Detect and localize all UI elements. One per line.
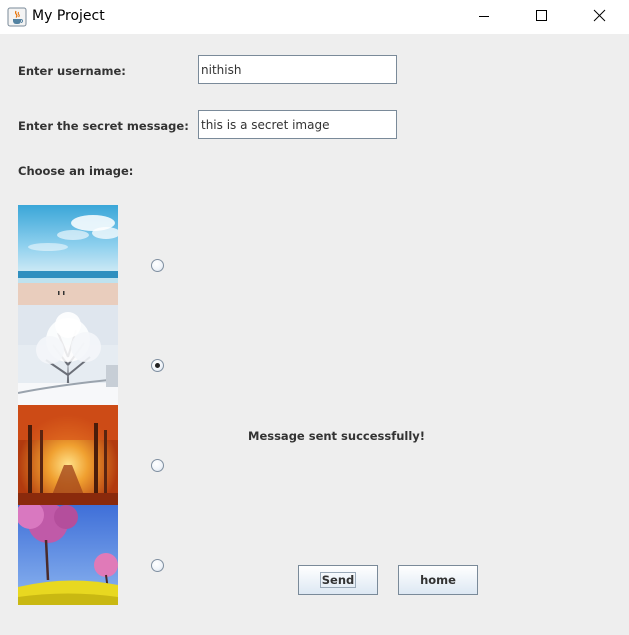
minimize-icon bbox=[479, 16, 489, 17]
radio-blossom-field[interactable] bbox=[151, 559, 164, 572]
home-button-label: home bbox=[420, 573, 456, 587]
secret-message-field[interactable] bbox=[198, 110, 397, 139]
radio-snowy-tree[interactable] bbox=[151, 359, 164, 372]
content-panel: Enter username: Enter the secret message… bbox=[0, 34, 629, 635]
maximize-button[interactable] bbox=[518, 0, 564, 32]
close-button[interactable] bbox=[576, 0, 622, 32]
blossom-field-image bbox=[18, 505, 118, 605]
radio-autumn-forest[interactable] bbox=[151, 459, 164, 472]
minimize-button[interactable] bbox=[462, 0, 508, 32]
radio-dot bbox=[155, 363, 160, 368]
maximize-icon bbox=[536, 10, 547, 21]
java-app-icon bbox=[7, 7, 27, 27]
autumn-forest-image bbox=[18, 405, 118, 505]
send-button-label: Send bbox=[319, 572, 357, 588]
beach-image bbox=[18, 205, 118, 305]
send-button[interactable]: Send bbox=[298, 565, 378, 595]
snowy-tree-image bbox=[18, 305, 118, 405]
title-bar: My Project bbox=[0, 0, 629, 34]
secret-message-label: Enter the secret message: bbox=[18, 119, 189, 133]
home-button[interactable]: home bbox=[398, 565, 478, 595]
close-icon bbox=[593, 9, 606, 22]
username-label: Enter username: bbox=[18, 64, 126, 78]
username-field[interactable] bbox=[198, 55, 397, 84]
window-title: My Project bbox=[32, 8, 105, 24]
status-message: Message sent successfully! bbox=[248, 429, 426, 443]
choose-image-label: Choose an image: bbox=[18, 164, 134, 178]
radio-beach[interactable] bbox=[151, 259, 164, 272]
